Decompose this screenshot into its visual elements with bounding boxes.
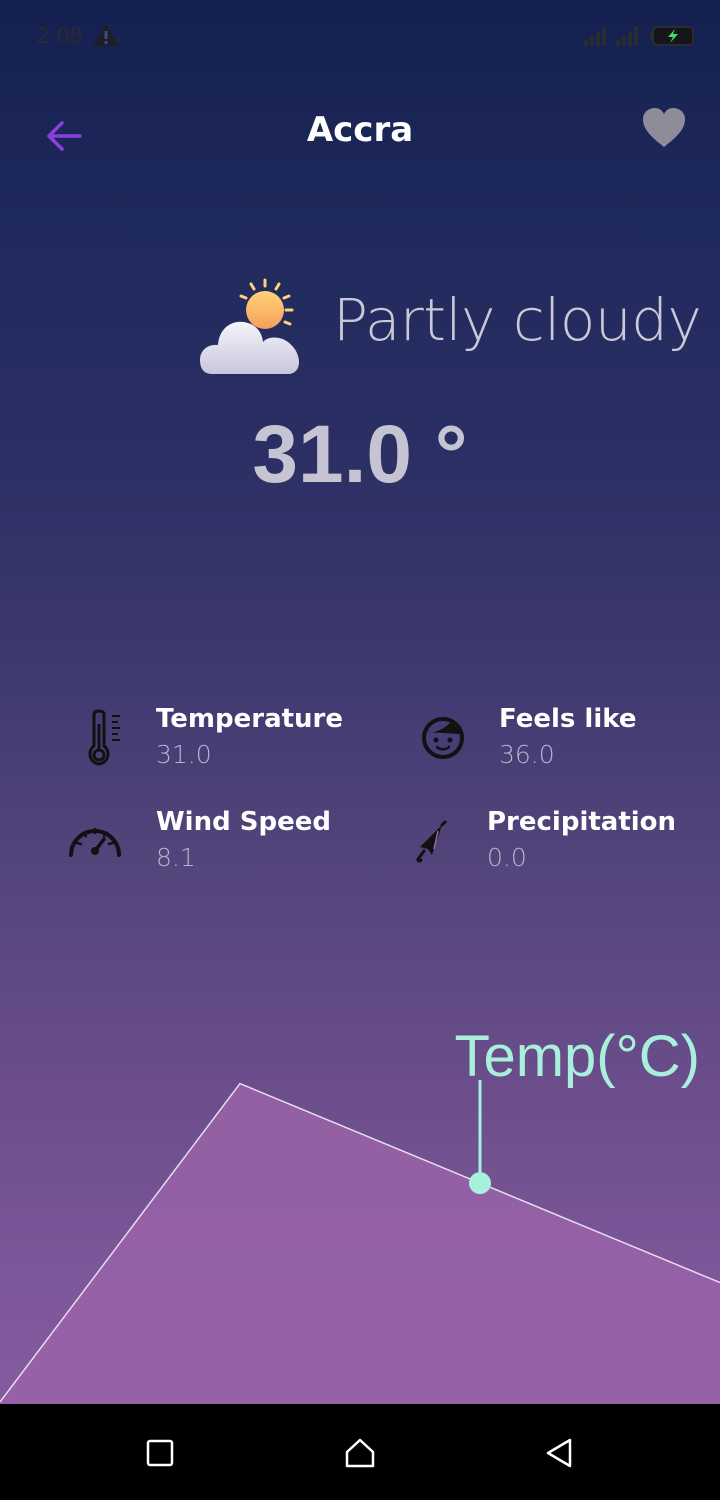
stat-label: Feels like [499,704,637,734]
warning-icon [93,24,119,46]
app-header: Accra [0,96,720,176]
triangle-back-icon[interactable] [542,1436,576,1470]
face-icon [422,717,464,759]
heart-icon[interactable] [640,106,688,150]
battery-icon [650,26,694,46]
condition-text: Partly cloudy [333,286,702,354]
stat-label: Wind Speed [156,807,331,837]
signal-icon [584,26,638,46]
stat-value: 36.0 [499,740,555,769]
status-time: 2:08 [36,24,84,48]
tooltip-label: Temp(°C) [454,1024,700,1089]
chart-point-marker [469,1172,491,1195]
more-dots-icon: ··· [132,18,160,43]
thermometer-icon [88,709,120,766]
home-icon[interactable] [343,1436,377,1470]
square-icon[interactable] [143,1436,177,1470]
speedometer-icon [69,827,121,857]
stat-value: 31.0 [156,740,212,769]
stat-value: 0.0 [487,843,527,872]
stat-value: 8.1 [156,843,196,872]
chart-area [0,1083,720,1404]
stat-label: Temperature [156,704,344,734]
current-temperature: 31.0 ° [252,409,468,500]
partly-cloudy-icon [200,278,299,374]
status-bar: 2:08 ··· [0,0,720,72]
system-nav-bar [0,1404,720,1500]
temperature-chart[interactable]: Temp(°C) [0,940,720,1404]
stat-label: Precipitation [487,807,677,837]
page-title: Accra [306,110,414,150]
umbrella-icon [416,820,447,863]
